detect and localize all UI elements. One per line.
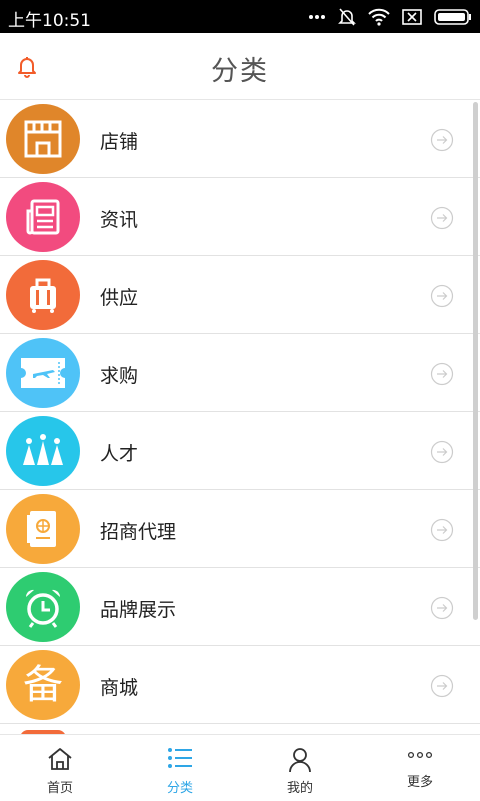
arrow-right-icon	[430, 440, 454, 468]
user-icon	[240, 747, 360, 773]
crown-icon	[6, 416, 80, 486]
passport-icon	[6, 494, 80, 564]
arrow-right-icon	[430, 362, 454, 390]
arrow-right-icon	[430, 596, 454, 624]
more-icon	[360, 751, 480, 759]
arrow-right-icon	[430, 128, 454, 156]
sim-x-icon	[402, 9, 422, 25]
category-row-franchise[interactable]: 招商代理	[0, 490, 480, 568]
suitcase-icon	[6, 260, 80, 330]
category-row-shop[interactable]: 店铺	[0, 100, 480, 178]
arrow-right-icon	[430, 674, 454, 702]
category-label: 人才	[100, 443, 139, 465]
ticket-icon	[6, 338, 80, 408]
category-row-brand[interactable]: 品牌展示	[0, 568, 480, 646]
list-icon	[120, 747, 240, 769]
category-label: 品牌展示	[100, 599, 177, 621]
tab-home[interactable]: 首页	[0, 735, 120, 801]
status-bar: 上午10:51	[0, 0, 480, 33]
arrow-right-icon	[430, 206, 454, 234]
category-list: 店铺 资讯 供应 求购 人才 招商代理 品牌展示 备 商城	[0, 100, 480, 734]
category-label: 资讯	[100, 209, 139, 231]
mute-icon	[338, 7, 356, 27]
scrollbar[interactable]	[473, 102, 478, 620]
shop-icon	[6, 104, 80, 174]
bei-character-icon: 备	[6, 650, 80, 720]
tab-category[interactable]: 分类	[120, 735, 240, 801]
category-row-talent[interactable]: 人才	[0, 412, 480, 490]
category-row-news[interactable]: 资讯	[0, 178, 480, 256]
page-title: 分类	[211, 56, 269, 87]
tab-label: 更多	[406, 775, 433, 790]
category-row-mall[interactable]: 备 商城	[0, 646, 480, 724]
category-label: 商城	[100, 677, 139, 699]
tab-label: 首页	[46, 781, 73, 796]
tab-more[interactable]: 更多	[360, 735, 480, 801]
category-label: 求购	[100, 365, 139, 387]
home-icon	[0, 747, 120, 771]
battery-icon	[434, 9, 472, 25]
category-label: 店铺	[100, 131, 139, 153]
category-label: 供应	[100, 287, 139, 309]
tab-mine[interactable]: 我的	[240, 735, 360, 801]
status-time: 上午10:51	[8, 11, 91, 31]
newspaper-icon	[6, 182, 80, 252]
wifi-icon	[368, 8, 390, 26]
tab-label: 分类	[166, 781, 193, 796]
alarm-clock-icon	[6, 572, 80, 642]
category-row-purchase[interactable]: 求购	[0, 334, 480, 412]
arrow-right-icon	[430, 284, 454, 312]
dots-icon	[308, 14, 326, 20]
status-icons	[308, 6, 472, 28]
category-row-supply[interactable]: 供应	[0, 256, 480, 334]
arrow-right-icon	[430, 518, 454, 546]
category-label: 招商代理	[100, 521, 177, 543]
tab-label: 我的	[286, 781, 313, 796]
bottom-tab-bar: 首页 分类 我的 更多	[0, 734, 480, 800]
bei-character-glyph: 备	[23, 662, 63, 708]
header: 分类	[0, 33, 480, 100]
